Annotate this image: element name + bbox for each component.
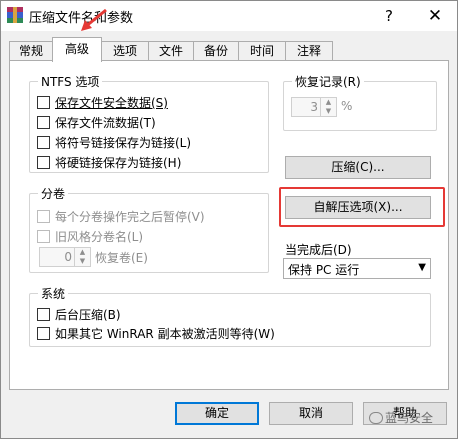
cancel-button[interactable]: 取消: [269, 402, 353, 425]
tab-general[interactable]: 常规: [9, 41, 53, 61]
title-bar: 压缩文件名和参数 ? ✕: [1, 1, 457, 31]
checkbox-box[interactable]: [37, 308, 50, 321]
checkbox-label: 旧风格分卷名(L): [55, 230, 144, 244]
recovery-volume-value: 0: [64, 250, 72, 264]
checkbox-label: 每个分卷操作完之后暂停(V): [55, 210, 205, 224]
spinner-arrows-icon[interactable]: ▲ ▼: [320, 98, 336, 116]
recovery-value: 3: [310, 100, 318, 114]
checkbox-box[interactable]: [37, 116, 50, 129]
winrar-icon: [7, 7, 23, 23]
checkbox-box[interactable]: [37, 230, 50, 243]
checkbox-label: 将硬链接保存为链接(H): [55, 156, 182, 170]
recovery-spinner[interactable]: 3 ▲ ▼: [291, 97, 337, 117]
recovery-volume-spinner[interactable]: 0 ▲ ▼: [39, 247, 91, 267]
recovery-group-title: 恢复记录(R): [292, 73, 364, 90]
dialog-window: 压缩文件名和参数 ? ✕ 常规 高级 选项 文件 备份 时间 注释 NTFS 选…: [0, 0, 458, 439]
checkbox-box[interactable]: [37, 136, 50, 149]
checkbox-box[interactable]: [37, 156, 50, 169]
checkbox-box[interactable]: [37, 327, 50, 340]
checkbox-label: 保存文件流数据(T): [55, 116, 156, 130]
close-icon[interactable]: ✕: [425, 6, 445, 26]
volume-group-title: 分卷: [38, 185, 69, 202]
checkbox-label: 如果其它 WinRAR 副本被激活则等待(W): [55, 327, 275, 341]
chevron-down-icon: ▼: [418, 262, 426, 273]
sfx-options-button[interactable]: 自解压选项(X)...: [285, 196, 431, 219]
system-group-title: 系统: [38, 285, 69, 302]
compress-button[interactable]: 压缩(C)...: [285, 156, 431, 179]
after-done-value: 保持 PC 运行: [288, 263, 360, 277]
red-arrow-icon: [81, 8, 107, 31]
tab-comment[interactable]: 注释: [285, 41, 333, 61]
help-icon[interactable]: ?: [379, 6, 399, 26]
after-done-label: 当完成后(D): [285, 243, 352, 257]
ok-button[interactable]: 确定: [175, 402, 259, 425]
watermark: 蓝鸟安全: [369, 409, 433, 426]
tab-time[interactable]: 时间: [238, 41, 286, 61]
checkbox-box[interactable]: [37, 210, 50, 223]
tab-files[interactable]: 文件: [148, 41, 194, 61]
ntfs-group-title: NTFS 选项: [38, 73, 103, 90]
tab-backup[interactable]: 备份: [193, 41, 239, 61]
tab-options[interactable]: 选项: [101, 41, 149, 61]
after-done-select[interactable]: 保持 PC 运行 ▼: [283, 258, 431, 279]
checkbox-label: 后台压缩(B): [55, 308, 121, 322]
checkbox-label: 将符号链接保存为链接(L): [55, 136, 192, 150]
checkbox-label: 保存文件安全数据(S): [55, 96, 168, 110]
recovery-volume-label: 恢复卷(E): [95, 251, 148, 265]
checkbox-box[interactable]: [37, 96, 50, 109]
spinner-arrows-icon[interactable]: ▲ ▼: [74, 248, 90, 266]
watermark-text: 蓝鸟安全: [385, 411, 434, 425]
recovery-unit: %: [341, 99, 353, 113]
tab-advanced[interactable]: 高级: [52, 37, 102, 62]
wechat-icon: [369, 412, 383, 424]
